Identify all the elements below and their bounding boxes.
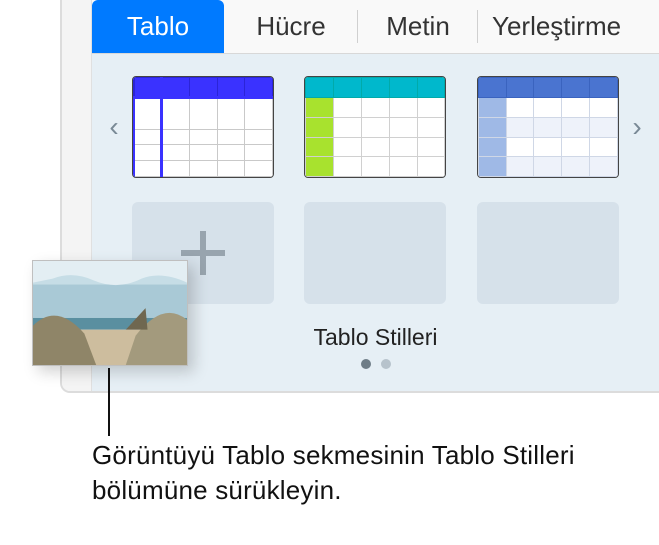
table-style-2[interactable] (304, 76, 446, 178)
tab-label: Metin (386, 11, 450, 42)
dragged-image-thumbnail[interactable] (32, 260, 188, 366)
beach-photo-icon (33, 261, 187, 365)
empty-style-slot[interactable] (477, 202, 619, 304)
table-styles-row: ‹ (102, 72, 649, 182)
chevron-right-icon[interactable]: › (625, 111, 649, 143)
table-style-3[interactable] (477, 76, 619, 178)
callout-leader-line (108, 368, 110, 436)
table-styles-grid (126, 76, 625, 178)
tab-label: Tablo (127, 11, 189, 42)
chevron-left-icon[interactable]: ‹ (102, 111, 126, 143)
tab-tablo[interactable]: Tablo (92, 0, 224, 53)
format-tabs: Tablo Hücre Metin Yerleştirme (92, 0, 659, 54)
tab-label: Hücre (256, 11, 325, 42)
callout-text: Görüntüyü Tablo sekmesinin Tablo Stiller… (92, 438, 599, 508)
pager-dot-1[interactable] (361, 359, 371, 369)
table-style-1[interactable] (132, 76, 274, 178)
pager-dot-2[interactable] (381, 359, 391, 369)
empty-style-slot[interactable] (304, 202, 446, 304)
tab-yerlestirme[interactable]: Yerleştirme (478, 0, 659, 53)
tab-metin[interactable]: Metin (358, 0, 478, 53)
tab-hucre[interactable]: Hücre (224, 0, 358, 53)
tab-label: Yerleştirme (492, 11, 621, 42)
